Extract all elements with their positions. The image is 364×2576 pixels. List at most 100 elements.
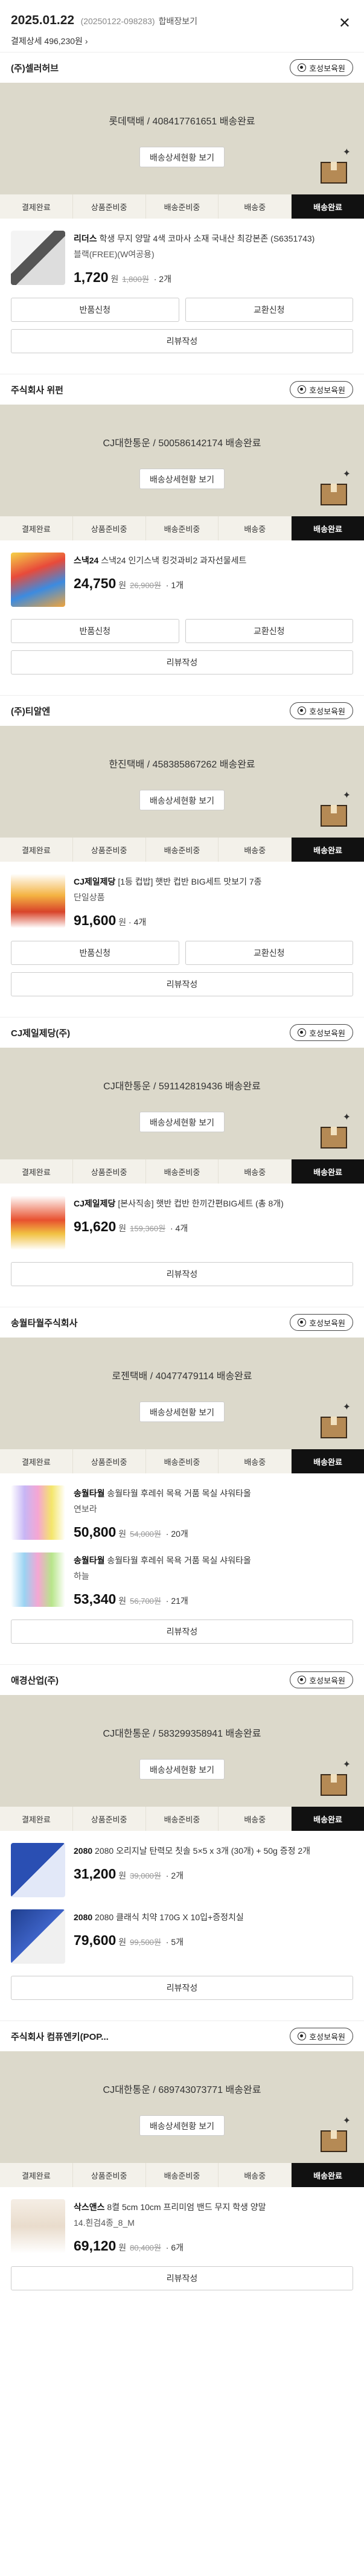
order-group: 애경산업(주) 호성보육원 CJ대한통운 / 583299358941 배송완료배송… (0, 1664, 364, 2020)
tracking-info: CJ대한통운 / 583299358941 배송완료 (103, 1729, 261, 1739)
order-detail-page: 2025.01.22 (20250122-098283) 합배장보기 ✕ 결제상세… (0, 0, 364, 2311)
original-price: 159,360원 (130, 1224, 166, 1233)
product-image[interactable] (11, 2199, 65, 2254)
merge-view-link[interactable]: 합배장보기 (159, 16, 197, 26)
view-delivery-detail-button[interactable]: 배송상세현황 보기 (139, 469, 225, 489)
delivery-step: 상품준비중 (72, 2163, 146, 2187)
product-option: 연보라 (74, 1504, 97, 1514)
qty-separator: · (163, 1937, 171, 1947)
product-image[interactable] (11, 874, 65, 928)
product-name: [1등 컵밥] 햇반 컵반 BIG세트 맛보기 7종 (118, 877, 262, 886)
product-option: 하늘 (74, 1571, 89, 1581)
delivery-location-button[interactable]: 호성보육원 (290, 381, 353, 398)
location-pin-icon (298, 1676, 307, 1684)
product-image[interactable] (11, 553, 65, 607)
product-image[interactable] (11, 1485, 65, 1540)
product-item[interactable]: 스낵24 스낵24 인기스낵 킹것과비2 과자선물세트 24,750 원 26,90… (0, 540, 364, 607)
product-item[interactable]: 2080 2080 클래식 치약 170G X 10입+증정치실 79,600 원… (0, 1897, 364, 1964)
shop-name: 주식회사 컴퓨엔키(POP... (11, 2031, 109, 2042)
delivery-location-button[interactable]: 호성보육원 (290, 2028, 353, 2045)
product-info: 송월타월 송월타월 후레쉬 목욕 거품 목실 샤워타올 연보라 50,800 원 54… (74, 1485, 353, 1540)
view-delivery-detail-button[interactable]: 배송상세현황 보기 (139, 1112, 225, 1132)
location-pin-icon (298, 2032, 307, 2040)
currency-label: 원 (118, 580, 127, 590)
parcel-box-icon (321, 162, 347, 184)
product-image[interactable] (11, 1843, 65, 1897)
view-delivery-detail-button[interactable]: 배송상세현황 보기 (139, 147, 225, 167)
delivery-location-button[interactable]: 호성보육원 (290, 1671, 353, 1688)
product-item[interactable]: 송월타월 송월타월 후레쉬 목욕 거품 목실 샤워타올 연보라 50,800 원 54… (0, 1473, 364, 1540)
delivery-location-button[interactable]: 호성보육원 (290, 59, 353, 76)
exchange-request-button[interactable]: 교환신청 (185, 298, 353, 322)
location-pin-icon (298, 1028, 307, 1037)
product-quantity: 2개 (171, 1871, 184, 1880)
product-name: 2080 클래식 치약 170G X 10입+증정치실 (95, 1912, 244, 1922)
product-brand: CJ제일제당 (74, 1199, 116, 1208)
write-review-button[interactable]: 리뷰작성 (11, 972, 353, 996)
delivery-step: 배송준비중 (145, 1449, 219, 1473)
delivery-location-button[interactable]: 호성보육원 (290, 702, 353, 719)
product-item[interactable]: 2080 2080 오리지날 탄력모 칫솔 5×5 x 3개 (30개) + 5… (0, 1831, 364, 1897)
write-review-button[interactable]: 리뷰작성 (11, 2266, 353, 2290)
delivery-location-label: 호성보육원 (309, 63, 345, 73)
product-title: CJ제일제당 [본사직송] 햇반 컵반 한끼간편BIG세트 (총 8개) (74, 1196, 353, 1211)
product-item[interactable]: CJ제일제당 [1등 컵밥] 햇반 컵반 BIG세트 맛보기 7종 단일상품 91,… (0, 862, 364, 929)
shop-row: 송월타월주식회사 호성보육원 (0, 1307, 364, 1338)
currency-label: 원 (118, 1223, 127, 1233)
product-info: CJ제일제당 [본사직송] 햇반 컵반 한끼간편BIG세트 (총 8개) 91,6… (74, 1196, 353, 1250)
write-review-button[interactable]: 리뷰작성 (11, 650, 353, 674)
view-delivery-detail-button[interactable]: 배송상세현황 보기 (139, 1759, 225, 1780)
product-title: 송월타월 송월타월 후레쉬 목욕 거품 목실 샤워타올 (74, 1552, 353, 1568)
product-price: 31,200 (74, 1866, 117, 1882)
product-quantity: 21개 (171, 1596, 188, 1606)
write-review-button[interactable]: 리뷰작성 (11, 1262, 353, 1286)
order-gap (0, 1644, 364, 1664)
close-icon[interactable]: ✕ (339, 14, 351, 32)
product-image[interactable] (11, 1196, 65, 1250)
product-option: 단일상품 (74, 892, 105, 902)
shop-row: 애경산업(주) 호성보육원 (0, 1665, 364, 1695)
product-item[interactable]: CJ제일제당 [본사직송] 햇반 컵반 한끼간편BIG세트 (총 8개) 91,6… (0, 1184, 364, 1250)
qty-separator: · (163, 580, 171, 590)
delivery-steps: 결제완료 상품준비중 배송준비중 배송중 배송완료 (0, 1449, 364, 1473)
currency-label: 원 (110, 274, 119, 284)
currency-label: 원 (118, 2243, 127, 2252)
sparkle-icon: ✦ (342, 2116, 351, 2126)
delivery-steps: 결제완료 상품준비중 배송준비중 배송중 배송완료 (0, 838, 364, 862)
payment-detail-link[interactable]: 결제상세 496,230원 › (11, 35, 88, 47)
order-gap (0, 2290, 364, 2311)
view-delivery-detail-button[interactable]: 배송상세현황 보기 (139, 1402, 225, 1422)
view-delivery-detail-button[interactable]: 배송상세현황 보기 (139, 2115, 225, 2136)
return-request-button[interactable]: 반품신청 (11, 941, 179, 965)
product-item[interactable]: 삭스앤스 8켤 5cm 10cm 프리미엄 밴드 무지 학생 양말 14.흰검4종… (0, 2187, 364, 2254)
currency-label: 원 (118, 1937, 127, 1947)
shop-name: (주)셀러허브 (11, 63, 59, 74)
order-gap (0, 1286, 364, 1307)
currency-label: 원 (118, 1596, 127, 1606)
delivery-step: 배송중 (219, 516, 292, 540)
sparkle-icon: ✦ (342, 790, 351, 801)
view-delivery-detail-button[interactable]: 배송상세현황 보기 (139, 790, 225, 810)
product-title: 리더스 학생 무지 양말 4색 코마사 소재 국내산 최강본존 (S635174… (74, 231, 353, 246)
price-row: 53,340 원 56,700원 · 21개 (74, 1591, 353, 1607)
shop-row: 주식회사 컴퓨엔키(POP... 호성보육원 (0, 2021, 364, 2051)
product-image[interactable] (11, 1909, 65, 1964)
product-item[interactable]: 리더스 학생 무지 양말 4색 코마사 소재 국내산 최강본존 (S635174… (0, 219, 364, 286)
product-image[interactable] (11, 1552, 65, 1607)
exchange-request-button[interactable]: 교환신청 (185, 941, 353, 965)
delivery-tracking-banner: 로젠택배 / 40477479114 배송완료 배송상세현황 보기 ✦ (0, 1338, 364, 1449)
product-item[interactable]: 송월타월 송월타월 후레쉬 목욕 거품 목실 샤워타올하늘 53,340 원 56,… (0, 1540, 364, 1607)
action-button-row: 반품신청 교환신청 (0, 941, 364, 965)
write-review-button[interactable]: 리뷰작성 (11, 1976, 353, 2000)
delivery-location-button[interactable]: 호성보육원 (290, 1314, 353, 1331)
delivery-location-button[interactable]: 호성보육원 (290, 1024, 353, 1041)
product-image[interactable] (11, 231, 65, 285)
write-review-button[interactable]: 리뷰작성 (11, 1620, 353, 1644)
return-request-button[interactable]: 반품신청 (11, 619, 179, 643)
write-review-button[interactable]: 리뷰작성 (11, 329, 353, 353)
return-request-button[interactable]: 반품신청 (11, 298, 179, 322)
product-brand: 2080 (74, 1912, 93, 1922)
order-group: 주식회사 위펀 호성보육원 CJ대한통운 / 500586142174 배송완료 배송… (0, 374, 364, 695)
delivery-step: 배송준비중 (145, 194, 219, 219)
exchange-request-button[interactable]: 교환신청 (185, 619, 353, 643)
